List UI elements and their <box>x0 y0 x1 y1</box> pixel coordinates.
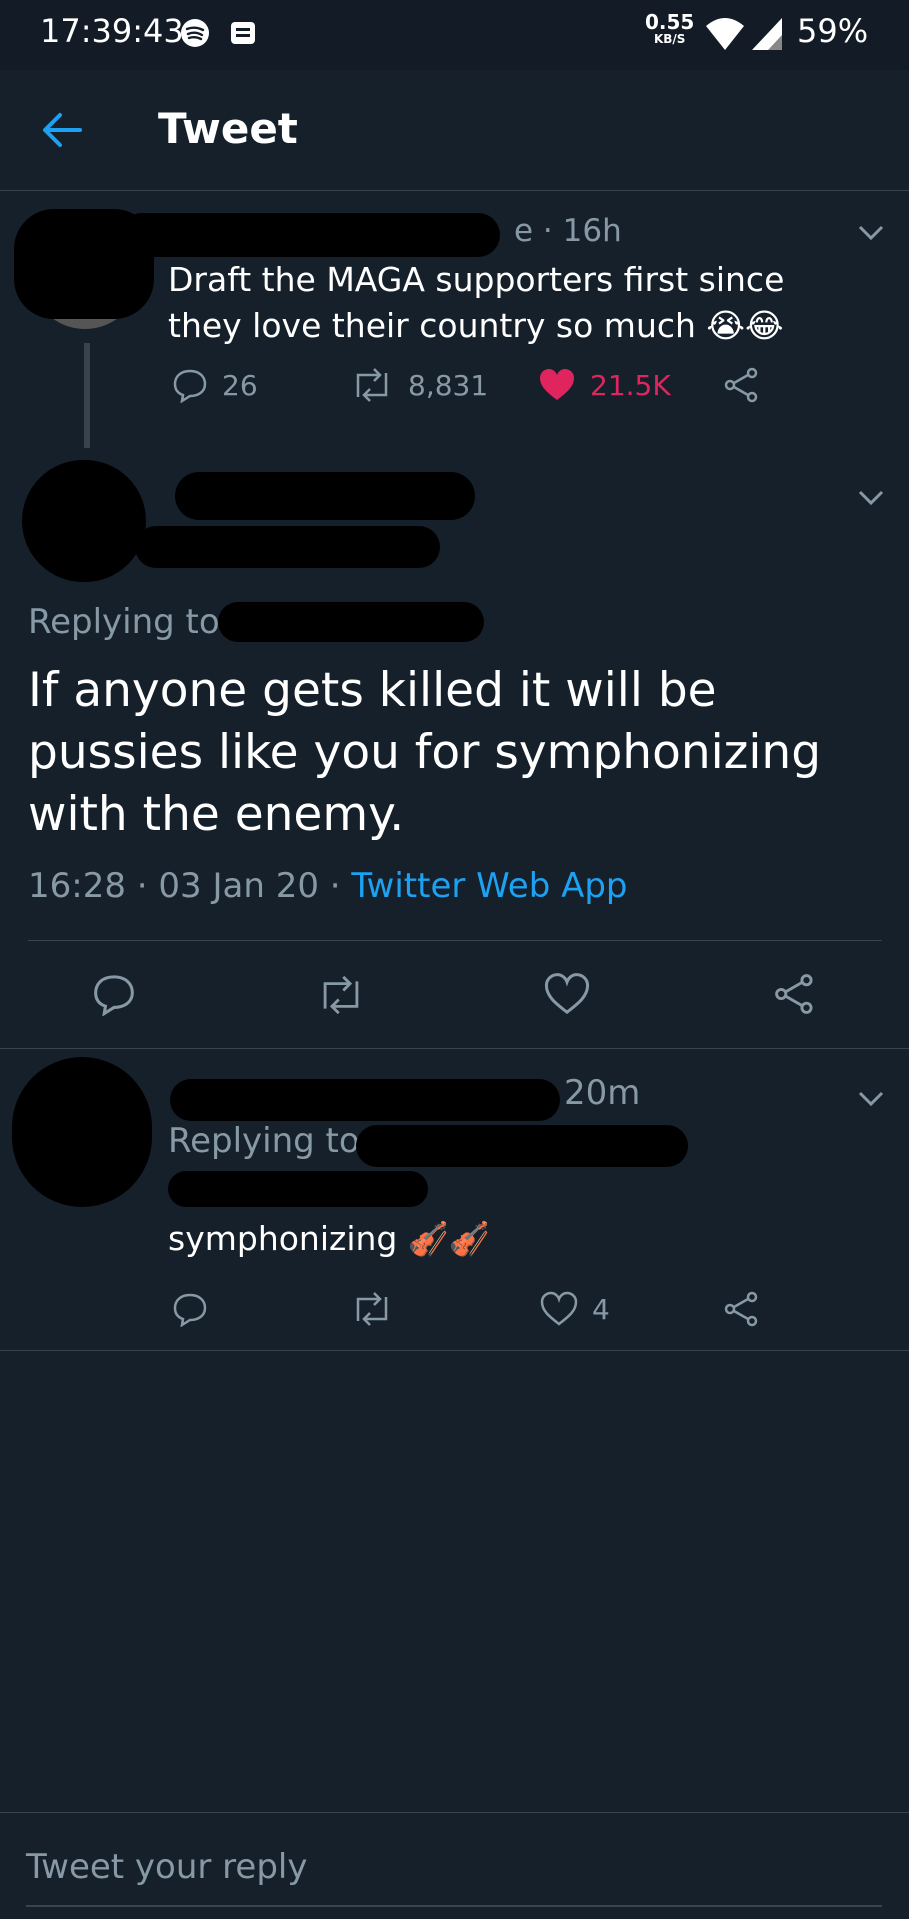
share-icon[interactable] <box>722 367 762 403</box>
redaction <box>170 1079 560 1121</box>
reply-icon[interactable] <box>172 1291 208 1327</box>
tweet-source-link[interactable]: Twitter Web App <box>351 866 627 906</box>
reply-icon <box>173 369 207 403</box>
like-button[interactable]: 4 <box>540 1291 610 1327</box>
thread-line <box>84 343 90 448</box>
redaction <box>175 472 475 520</box>
main-tweet: Replying to If anyone gets killed it wil… <box>0 452 909 1048</box>
reply-button[interactable]: 26 <box>172 367 258 403</box>
parent-tweet[interactable]: e · 16h Draft the MAGA supporters first … <box>0 191 909 451</box>
app-bar: Tweet <box>0 70 909 191</box>
redaction <box>120 213 500 257</box>
network-speed: 0.55 KB/S <box>645 12 694 46</box>
redaction <box>22 460 146 582</box>
redaction <box>218 602 484 642</box>
tweet-time: 20m <box>564 1073 641 1113</box>
divider <box>28 940 882 941</box>
reply-count: 26 <box>222 368 258 402</box>
heart-icon <box>540 1291 578 1326</box>
retweet-icon[interactable] <box>316 974 366 1016</box>
share-icon[interactable] <box>722 1291 762 1327</box>
signal-icon <box>752 18 782 50</box>
divider <box>0 1350 909 1351</box>
replying-to-label: Replying to <box>28 602 220 642</box>
heart-filled-icon <box>540 369 574 400</box>
heart-icon[interactable] <box>544 972 590 1016</box>
reply-input[interactable]: Tweet your reply <box>26 1847 307 1887</box>
replying-to-label: Replying to <box>168 1121 360 1161</box>
battery-level: 59% <box>797 12 869 50</box>
tweet-timestamp: 16:28 · 03 Jan 20 · <box>28 866 341 906</box>
spotify-icon <box>181 19 209 47</box>
redaction <box>135 526 440 568</box>
chevron-down-icon[interactable] <box>856 223 886 243</box>
retweet-button[interactable]: 8,831 <box>350 367 488 403</box>
back-arrow-icon[interactable] <box>38 106 86 154</box>
network-speed-value: 0.55 <box>645 10 695 34</box>
like-count: 4 <box>592 1292 610 1326</box>
redaction <box>356 1125 688 1167</box>
status-bar: 17:39:43 0.55 KB/S 59% <box>0 0 909 70</box>
wifi-icon <box>706 18 744 50</box>
tweet-text: If anyone gets killed it will be pussies… <box>28 663 822 842</box>
reply-tweet[interactable]: 20m Replying to symphonizing 🎻🎻 4 <box>0 1049 909 1349</box>
reply-icon[interactable] <box>92 972 136 1016</box>
input-underline <box>26 1905 882 1907</box>
reply-composer: Tweet your reply <box>0 1813 909 1919</box>
avatar[interactable] <box>12 1057 152 1207</box>
retweet-icon[interactable] <box>350 1291 394 1327</box>
like-button[interactable]: 21.5K <box>538 367 671 403</box>
retweet-count: 8,831 <box>408 368 489 402</box>
tweet-meta: 16:28 · 03 Jan 20 · Twitter Web App <box>28 866 628 906</box>
tweet-text: Draft the MAGA supporters first since th… <box>168 260 785 345</box>
network-speed-unit: KB/S <box>653 32 686 46</box>
tweet-text: symphonizing 🎻🎻 <box>168 1219 491 1258</box>
share-icon[interactable] <box>772 972 818 1016</box>
tweet-time: e · 16h <box>514 213 622 249</box>
notification-icon <box>231 22 255 44</box>
retweet-icon <box>356 368 388 402</box>
page-title: Tweet <box>158 104 298 153</box>
clock: 17:39:43 <box>40 12 184 50</box>
redaction <box>168 1171 428 1207</box>
chevron-down-icon[interactable] <box>856 1089 886 1109</box>
chevron-down-icon[interactable] <box>856 488 886 508</box>
like-count: 21.5K <box>590 368 671 402</box>
